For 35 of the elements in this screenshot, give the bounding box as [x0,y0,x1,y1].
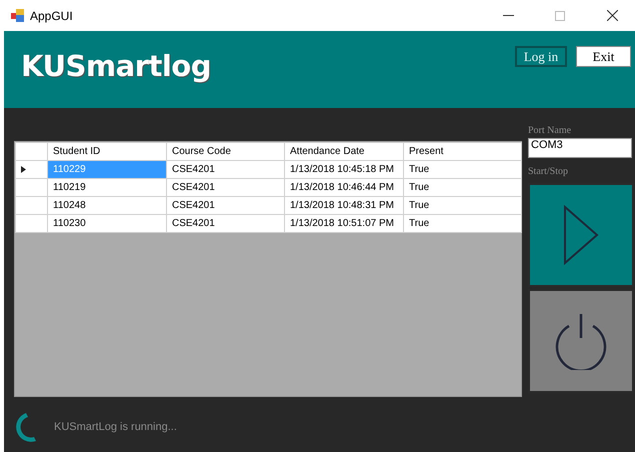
status-text: KUSmartLog is running... [54,421,177,433]
start-stop-label: Start/Stop [528,166,570,179]
table-cell: True [404,178,522,196]
exit-button[interactable]: Exit [576,46,631,67]
play-icon [563,205,599,265]
table-cell: 1/13/2018 10:51:07 PM [284,214,404,232]
row-pointer-icon [21,166,26,173]
port-field[interactable]: COM3 [528,138,632,158]
row-header[interactable] [16,160,48,178]
table-cell: True [404,196,522,214]
table-cell: 110248 [48,196,166,214]
column-header[interactable]: Course Code [166,142,284,160]
power-icon [553,312,609,370]
login-button[interactable]: Log in [515,46,567,67]
column-header[interactable]: Attendance Date [284,142,404,160]
stop-button[interactable] [528,289,634,393]
port-label: Port Name [528,125,572,138]
column-header[interactable]: Present [404,142,522,160]
table-cell: CSE4201 [166,178,284,196]
table-cell: 110230 [48,214,166,232]
column-header[interactable]: Student ID [48,142,166,160]
table-cell: CSE4201 [166,214,284,232]
table-cell: 1/13/2018 10:48:31 PM [284,196,404,214]
start-button[interactable] [528,183,634,287]
app-icon [11,9,24,22]
window-title: AppGUI [30,8,74,22]
table-cell: 110219 [48,178,166,196]
table-cell: CSE4201 [166,160,284,178]
table-cell: True [404,160,522,178]
app-logo: KUSmartlog [21,49,211,83]
table-cell: 1/13/2018 10:45:18 PM [284,160,404,178]
table-cell: 110229 [48,160,166,178]
table-cell: CSE4201 [166,196,284,214]
table-cell: 1/13/2018 10:46:44 PM [284,178,404,196]
table-cell: True [404,214,522,232]
